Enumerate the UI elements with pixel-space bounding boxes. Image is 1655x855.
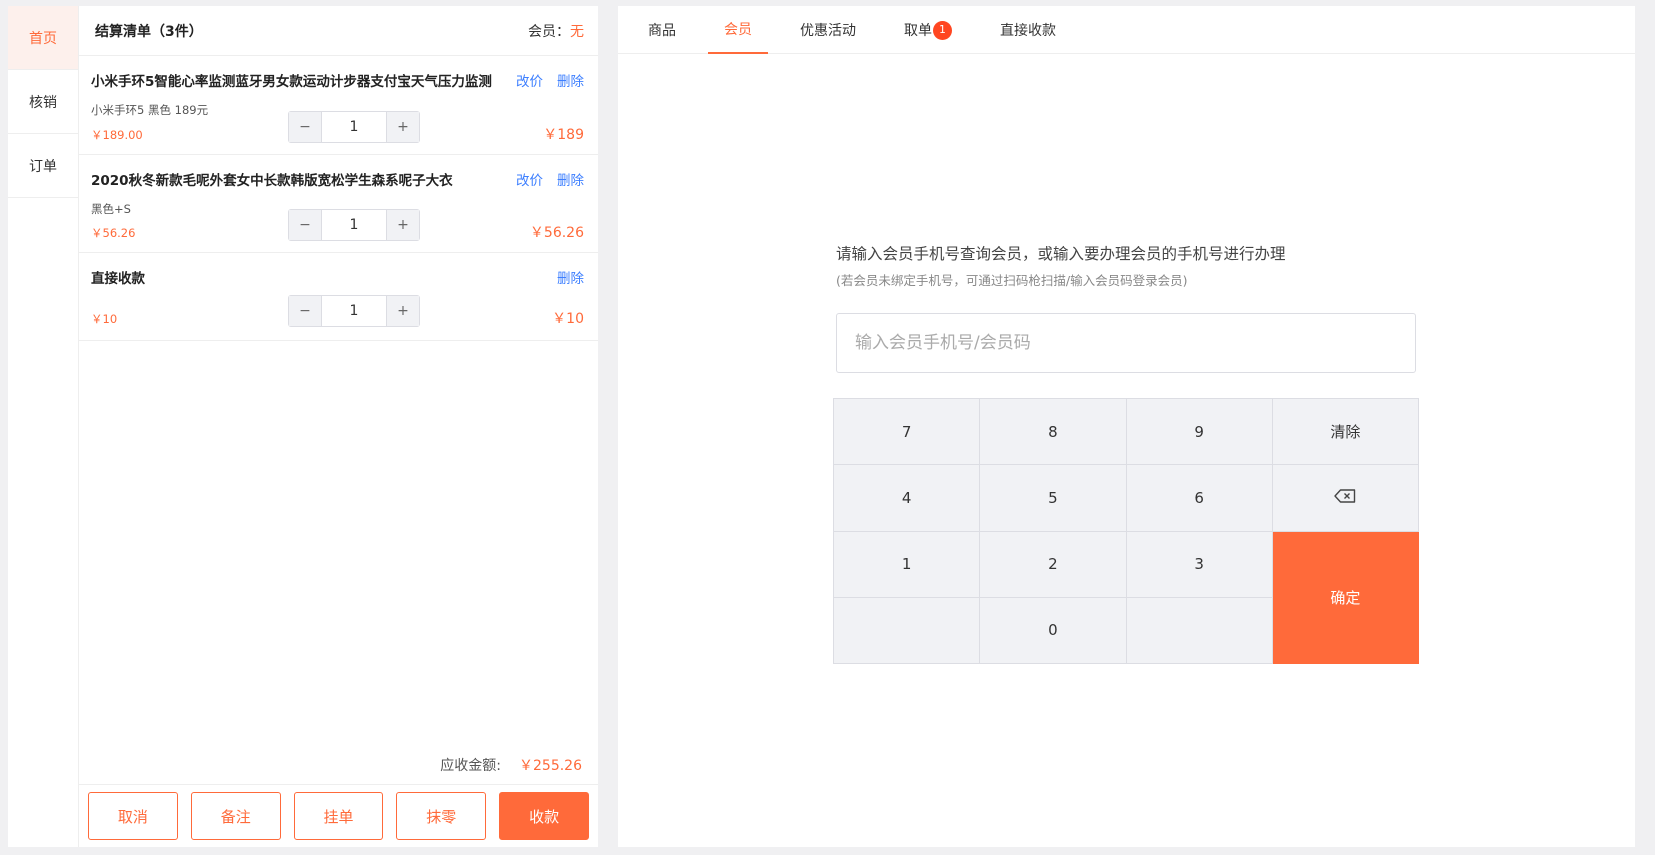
increment-button[interactable]: + (387, 296, 419, 326)
hold-order-button[interactable]: 挂单 (293, 792, 384, 840)
collect-payment-button[interactable]: 收款 (499, 792, 589, 840)
side-nav: 首页 核销 订单 (8, 6, 79, 847)
cart-item: 小米手环5智能心率监测蓝牙男女款运动计步器支付宝天气压力监测 改价 删除 小米手… (79, 56, 598, 155)
key-6[interactable]: 6 (1126, 465, 1273, 532)
member-status-label: 会员： (528, 23, 570, 40)
key-1[interactable]: 1 (834, 531, 981, 598)
decrement-button[interactable]: − (289, 210, 321, 240)
key-5[interactable]: 5 (980, 465, 1127, 532)
backspace-icon (1334, 489, 1356, 507)
retrieve-order-badge: 1 (933, 20, 952, 40)
increment-button[interactable]: + (387, 112, 419, 142)
confirm-key[interactable]: 确定 (1272, 531, 1419, 664)
checkout-header: 结算清单（3件） 会员：无 (79, 6, 598, 56)
delete-link[interactable]: 删除 (557, 267, 584, 287)
quantity-value[interactable]: 1 (321, 210, 387, 240)
item-total: ￥10 (552, 311, 584, 327)
key-2[interactable]: 2 (980, 531, 1127, 598)
item-spec: 黑色+S (91, 202, 131, 216)
checkout-title: 结算清单（3件） (95, 23, 203, 40)
edit-price-link[interactable]: 改价 (516, 70, 543, 90)
decrement-button[interactable]: − (289, 296, 321, 326)
item-name: 小米手环5智能心率监测蓝牙男女款运动计步器支付宝天气压力监测 (91, 74, 492, 90)
key-3[interactable]: 3 (1126, 531, 1273, 598)
clear-key[interactable]: 清除 (1272, 399, 1419, 466)
blank-key (834, 597, 981, 664)
checkout-actions: 取消 备注 挂单 抹零 收款 (79, 784, 598, 847)
member-status-value: 无 (570, 23, 584, 40)
item-name: 2020秋冬新款毛呢外套女中长款韩版宽松学生森系呢子大衣 (91, 173, 453, 189)
cart-item: 2020秋冬新款毛呢外套女中长款韩版宽松学生森系呢子大衣 改价 删除 黑色+S … (79, 155, 598, 253)
item-unit-price: ￥56.26 (91, 226, 136, 240)
amount-due-value: ￥255.26 (519, 758, 582, 774)
increment-button[interactable]: + (387, 210, 419, 240)
backspace-key[interactable] (1272, 465, 1419, 532)
key-7[interactable]: 7 (834, 399, 981, 466)
item-name: 直接收款 (91, 271, 145, 287)
key-9[interactable]: 9 (1126, 399, 1273, 466)
delete-link[interactable]: 删除 (557, 169, 584, 189)
quantity-stepper: − 1 + (288, 111, 420, 143)
item-total: ￥189 (543, 127, 584, 143)
quantity-value[interactable]: 1 (321, 112, 387, 142)
decrement-button[interactable]: − (289, 112, 321, 142)
member-phone-input[interactable] (836, 313, 1416, 373)
delete-link[interactable]: 删除 (557, 70, 584, 90)
round-off-button[interactable]: 抹零 (396, 792, 487, 840)
edit-price-link[interactable]: 改价 (516, 169, 543, 189)
cart-panel: 首页 核销 订单 结算清单（3件） 会员：无 小米手环5智能心率监测蓝牙男女款运… (8, 6, 598, 847)
note-button[interactable]: 备注 (190, 792, 281, 840)
tab-promotions[interactable]: 优惠活动 (784, 6, 872, 54)
quantity-stepper: − 1 + (288, 295, 420, 327)
tab-member[interactable]: 会员 (708, 6, 768, 54)
item-unit-price: ￥189.00 (91, 128, 143, 142)
tab-direct-payment[interactable]: 直接收款 (984, 6, 1072, 54)
blank-key (1126, 597, 1273, 664)
nav-item-home[interactable]: 首页 (8, 6, 78, 70)
cancel-button[interactable]: 取消 (88, 792, 178, 840)
member-prompt: 请输入会员手机号查询会员，或输入要办理会员的手机号进行办理 (836, 245, 1286, 263)
nav-item-verify[interactable]: 核销 (8, 70, 78, 134)
function-panel: 商品 会员 优惠活动 取单 1 直接收款 请输入会员手机号查询会员，或输入要办理会… (618, 6, 1635, 847)
nav-item-orders[interactable]: 订单 (8, 134, 78, 198)
amount-due-label: 应收金额: (440, 758, 501, 774)
checkout-list: 结算清单（3件） 会员：无 小米手环5智能心率监测蓝牙男女款运动计步器支付宝天气… (79, 6, 598, 847)
item-actions: 删除 (557, 267, 584, 287)
item-actions: 改价 删除 (516, 169, 584, 189)
key-8[interactable]: 8 (980, 399, 1127, 466)
tab-bar: 商品 会员 优惠活动 取单 1 直接收款 (618, 6, 1635, 54)
tab-products[interactable]: 商品 (632, 6, 692, 54)
numeric-keypad: 7 8 9 清除 4 5 6 1 2 3 确定 0 (833, 398, 1419, 664)
member-status: 会员：无 (528, 21, 584, 41)
item-spec: 小米手环5 黑色 189元 (91, 103, 209, 117)
item-total: ￥56.26 (529, 225, 584, 241)
key-4[interactable]: 4 (834, 465, 981, 532)
tab-retrieve-order[interactable]: 取单 1 (888, 6, 968, 54)
item-actions: 改价 删除 (516, 70, 584, 90)
item-unit-price: ￥10 (91, 312, 118, 326)
member-hint: (若会员未绑定手机号，可通过扫码枪扫描/输入会员码登录会员) (836, 273, 1188, 288)
quantity-stepper: − 1 + (288, 209, 420, 241)
quantity-value[interactable]: 1 (321, 296, 387, 326)
tab-retrieve-order-label: 取单 (904, 23, 932, 39)
key-0[interactable]: 0 (980, 597, 1127, 664)
cart-item: 直接收款 删除 ￥10 − 1 + ￥10 (79, 253, 598, 341)
amount-due: 应收金额: ￥255.26 (440, 755, 582, 775)
